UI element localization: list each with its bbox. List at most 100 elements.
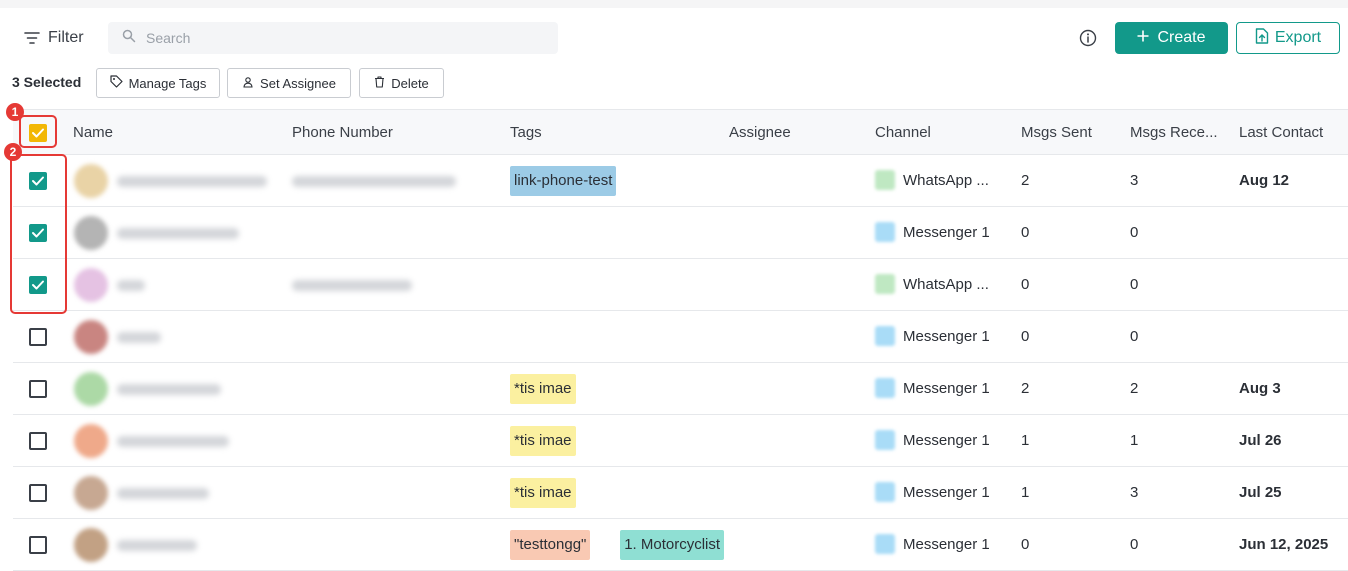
- tag-chip[interactable]: "testtongg": [510, 530, 591, 560]
- channel-icon: [875, 222, 895, 242]
- channel-label: Messenger 1: [903, 327, 990, 345]
- avatar: [74, 476, 108, 510]
- channel-icon: [875, 378, 895, 398]
- channel-icon: [875, 482, 895, 502]
- msgs-sent: 2: [1021, 380, 1030, 397]
- export-icon: [1255, 27, 1269, 49]
- msgs-sent: 1: [1021, 432, 1030, 449]
- table-row[interactable]: *tis imae Messenger 1 2 2 Aug 3: [13, 363, 1348, 415]
- last-contact: Jun 12, 2025: [1239, 536, 1329, 553]
- selected-count: 3 Selected: [12, 74, 82, 90]
- contact-name-redacted[interactable]: [117, 384, 221, 395]
- annotation-badge-2: 2: [4, 143, 22, 161]
- filter-button[interactable]: Filter: [24, 26, 84, 50]
- channel-label: Messenger 1: [903, 431, 990, 449]
- table-row[interactable]: Messenger 1 0 0: [13, 311, 1348, 363]
- contact-name-redacted[interactable]: [117, 488, 209, 499]
- avatar: [74, 424, 108, 458]
- msgs-sent: 0: [1021, 536, 1030, 553]
- channel-label: WhatsApp ...: [903, 171, 989, 189]
- table-row[interactable]: WhatsApp ... 0 0: [13, 259, 1348, 311]
- set-assignee-label: Set Assignee: [260, 75, 336, 91]
- export-button[interactable]: Export: [1236, 22, 1340, 54]
- search-input[interactable]: [144, 29, 548, 47]
- msgs-received: 2: [1130, 380, 1139, 397]
- avatar: [74, 164, 108, 198]
- channel-label: Messenger 1: [903, 223, 990, 241]
- channel-cell: Messenger 1: [875, 534, 990, 554]
- manage-tags-button[interactable]: Manage Tags: [96, 68, 220, 98]
- column-header-last-contact[interactable]: Last Contact: [1239, 124, 1323, 141]
- channel-cell: Messenger 1: [875, 378, 990, 398]
- table-row[interactable]: "testtongg" 1. Motorcyclist Messenger 1 0 0 J…: [13, 519, 1348, 571]
- channel-cell: Messenger 1: [875, 222, 990, 242]
- search-box[interactable]: [108, 22, 558, 54]
- plus-icon: [1137, 29, 1149, 47]
- tag-chip[interactable]: *tis imae: [510, 478, 576, 508]
- msgs-received: 0: [1130, 224, 1139, 241]
- phone-number-redacted: [292, 280, 412, 291]
- create-button[interactable]: Create: [1115, 22, 1228, 54]
- search-icon: [122, 29, 136, 48]
- msgs-received: 0: [1130, 328, 1139, 345]
- delete-button[interactable]: Delete: [359, 68, 444, 98]
- channel-label: Messenger 1: [903, 483, 990, 501]
- msgs-sent: 0: [1021, 328, 1030, 345]
- msgs-sent: 0: [1021, 224, 1030, 241]
- contact-name-redacted[interactable]: [117, 228, 239, 239]
- annotation-box-2: [10, 154, 67, 314]
- column-header-phone[interactable]: Phone Number: [292, 124, 393, 141]
- table-row[interactable]: *tis imae Messenger 1 1 3 Jul 25: [13, 467, 1348, 519]
- contact-name-redacted[interactable]: [117, 280, 145, 291]
- filter-icon: [24, 32, 40, 44]
- channel-label: WhatsApp ...: [903, 275, 989, 293]
- msgs-received: 0: [1130, 536, 1139, 553]
- channel-icon: [875, 274, 895, 294]
- filter-label: Filter: [48, 29, 84, 46]
- contact-name-redacted[interactable]: [117, 540, 197, 551]
- row-checkbox[interactable]: [29, 536, 47, 554]
- row-checkbox[interactable]: [29, 484, 47, 502]
- delete-label: Delete: [391, 75, 429, 91]
- set-assignee-button[interactable]: Set Assignee: [227, 68, 351, 98]
- table-row[interactable]: link-phone-test WhatsApp ... 2 3 Aug 12: [13, 155, 1348, 207]
- column-header-msgs-sent[interactable]: Msgs Sent: [1021, 124, 1092, 141]
- tag-chip[interactable]: *tis imae: [510, 426, 576, 456]
- channel-cell: Messenger 1: [875, 482, 990, 502]
- channel-cell: Messenger 1: [875, 430, 990, 450]
- top-strip: [0, 0, 1348, 8]
- table-row[interactable]: *tis imae Messenger 1 1 1 Jul 26: [13, 415, 1348, 467]
- column-header-channel[interactable]: Channel: [875, 124, 931, 141]
- tag-chip[interactable]: link-phone-test: [510, 166, 617, 196]
- row-checkbox[interactable]: [29, 328, 47, 346]
- column-header-name[interactable]: Name: [73, 124, 113, 141]
- msgs-received: 0: [1130, 276, 1139, 293]
- contact-name-redacted[interactable]: [117, 436, 229, 447]
- channel-icon: [875, 170, 895, 190]
- last-contact: Aug 12: [1239, 172, 1290, 189]
- table-header: Name Phone Number Tags Assignee Channel …: [13, 109, 1348, 155]
- avatar: [74, 268, 108, 302]
- channel-icon: [875, 326, 895, 346]
- tag-chip[interactable]: *tis imae: [510, 374, 576, 404]
- column-header-assignee[interactable]: Assignee: [729, 124, 791, 141]
- row-checkbox[interactable]: [29, 432, 47, 450]
- phone-number-redacted: [292, 176, 456, 187]
- tag-icon: [109, 75, 123, 91]
- contact-name-redacted[interactable]: [117, 332, 161, 343]
- contact-name-redacted[interactable]: [117, 176, 267, 187]
- msgs-received: 1: [1130, 432, 1139, 449]
- channel-icon: [875, 430, 895, 450]
- column-header-msgs-received[interactable]: Msgs Rece...: [1130, 124, 1218, 141]
- tag-chip[interactable]: 1. Motorcyclist: [620, 530, 725, 560]
- table-row[interactable]: Messenger 1 0 0: [13, 207, 1348, 259]
- trash-icon: [374, 75, 385, 91]
- last-contact: Aug 3: [1239, 380, 1281, 397]
- user-icon: [242, 76, 254, 91]
- msgs-sent: 2: [1021, 172, 1030, 189]
- row-checkbox[interactable]: [29, 380, 47, 398]
- column-header-tags[interactable]: Tags: [510, 124, 542, 141]
- annotation-box-1: [19, 115, 57, 148]
- channel-cell: WhatsApp ...: [875, 170, 989, 190]
- info-icon[interactable]: [1079, 29, 1097, 47]
